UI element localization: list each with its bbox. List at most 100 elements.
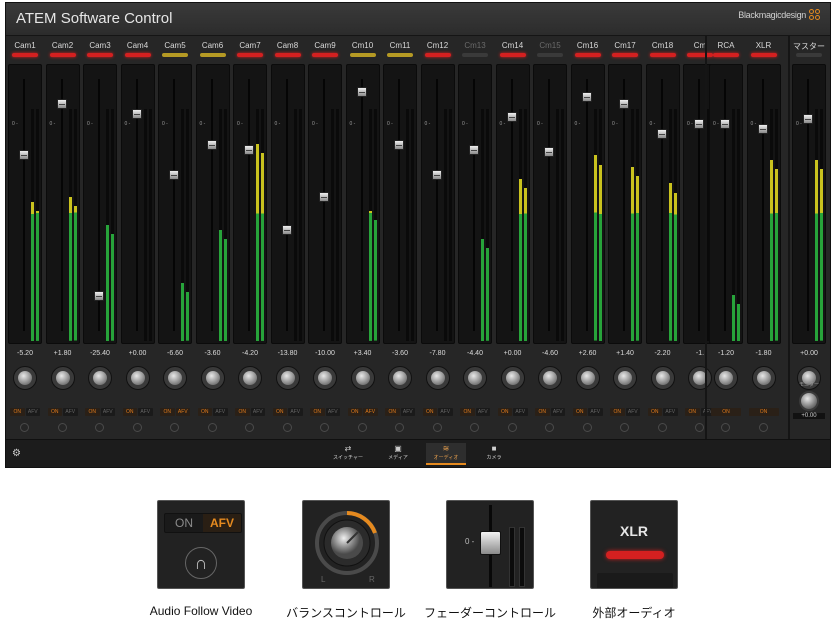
afv-button[interactable]: AFV bbox=[663, 408, 678, 416]
on-button-large[interactable]: ON bbox=[165, 514, 203, 532]
afv-button[interactable]: AFV bbox=[100, 408, 115, 416]
headphone-icon[interactable] bbox=[207, 423, 217, 432]
balance-knob[interactable] bbox=[714, 366, 738, 390]
balance-knob[interactable] bbox=[388, 366, 412, 390]
on-button[interactable]: ON bbox=[235, 408, 250, 416]
headphone-icon[interactable] bbox=[432, 423, 442, 432]
headphone-icon[interactable] bbox=[582, 423, 592, 432]
fader-handle[interactable] bbox=[356, 86, 367, 97]
afv-button[interactable]: AFV bbox=[25, 408, 40, 416]
on-button[interactable]: ON bbox=[10, 408, 25, 416]
afv-button[interactable]: AFV bbox=[588, 408, 603, 416]
fader-handle[interactable] bbox=[206, 139, 217, 150]
fader-handle[interactable] bbox=[694, 119, 704, 130]
fader-handle[interactable] bbox=[757, 124, 768, 135]
afv-button[interactable]: AFV bbox=[475, 408, 490, 416]
nav-tab-switcher[interactable]: ⇄ スイッチャー bbox=[328, 443, 368, 465]
headphone-icon[interactable] bbox=[395, 423, 404, 432]
nav-tab-audio[interactable]: ≋ オーディオ bbox=[426, 443, 466, 465]
headphone-icon[interactable] bbox=[545, 423, 554, 432]
nav-tab-media[interactable]: ▣ メディア bbox=[378, 443, 418, 465]
headphone-icon[interactable] bbox=[657, 423, 667, 432]
fader-handle[interactable] bbox=[469, 144, 479, 155]
on-button[interactable]: ON bbox=[310, 408, 325, 416]
on-button[interactable]: ON bbox=[711, 408, 741, 416]
headphone-icon[interactable]: ∩ bbox=[185, 547, 217, 579]
balance-knob[interactable] bbox=[275, 366, 300, 390]
afv-button[interactable]: AFV bbox=[213, 408, 228, 416]
on-button[interactable]: ON bbox=[535, 408, 550, 416]
on-button[interactable]: ON bbox=[685, 408, 700, 416]
balance-knob[interactable] bbox=[88, 366, 112, 390]
on-button[interactable]: ON bbox=[497, 408, 512, 416]
headphone-icon[interactable] bbox=[721, 423, 730, 432]
headphone-icon[interactable] bbox=[57, 423, 67, 432]
monitor-knob[interactable] bbox=[799, 391, 819, 411]
afv-button[interactable]: AFV bbox=[625, 408, 640, 416]
fader-handle[interactable] bbox=[319, 192, 329, 203]
afv-button[interactable]: AFV bbox=[175, 408, 190, 416]
fader-handle[interactable] bbox=[619, 99, 629, 110]
balance-knob[interactable] bbox=[200, 366, 225, 390]
balance-knob[interactable] bbox=[13, 366, 37, 390]
fader-handle[interactable] bbox=[544, 147, 554, 158]
headphone-icon[interactable] bbox=[170, 423, 179, 432]
headphone-icon[interactable] bbox=[132, 423, 142, 432]
headphone-icon[interactable] bbox=[20, 423, 29, 432]
fader-handle[interactable] bbox=[281, 225, 292, 236]
balance-knob[interactable] bbox=[650, 366, 675, 390]
on-button[interactable]: ON bbox=[85, 408, 100, 416]
fader-handle[interactable] bbox=[244, 144, 254, 155]
headphone-icon[interactable] bbox=[245, 423, 254, 432]
headphone-icon[interactable] bbox=[620, 423, 629, 432]
on-button[interactable]: ON bbox=[122, 408, 137, 416]
fader-handle[interactable] bbox=[131, 109, 142, 120]
balance-knob[interactable] bbox=[50, 366, 75, 390]
headphone-icon[interactable] bbox=[95, 423, 104, 432]
fader-handle[interactable] bbox=[803, 114, 813, 125]
afv-button[interactable]: AFV bbox=[288, 408, 303, 416]
headphone-icon[interactable] bbox=[758, 423, 768, 432]
on-button[interactable]: ON bbox=[460, 408, 475, 416]
afv-button[interactable]: AFV bbox=[513, 408, 528, 416]
afv-button[interactable]: AFV bbox=[363, 408, 378, 416]
balance-knob[interactable] bbox=[238, 366, 262, 390]
balance-knob[interactable] bbox=[125, 366, 150, 390]
headphone-icon[interactable] bbox=[695, 423, 704, 432]
afv-button[interactable]: AFV bbox=[325, 408, 340, 416]
on-button[interactable]: ON bbox=[197, 408, 212, 416]
fader-handle[interactable] bbox=[94, 290, 104, 301]
on-button[interactable]: ON bbox=[572, 408, 587, 416]
balance-knob[interactable] bbox=[500, 366, 525, 390]
balance-knob-large[interactable] bbox=[303, 501, 390, 589]
fader-handle-large[interactable] bbox=[480, 531, 501, 555]
on-button[interactable]: ON bbox=[47, 408, 62, 416]
on-button[interactable]: ON bbox=[748, 408, 779, 416]
afv-button[interactable]: AFV bbox=[550, 408, 565, 416]
afv-button[interactable]: AFV bbox=[400, 408, 415, 416]
fader-handle[interactable] bbox=[506, 111, 517, 122]
balance-knob[interactable] bbox=[751, 366, 776, 390]
fader-handle[interactable] bbox=[19, 149, 29, 160]
fader-handle[interactable] bbox=[56, 99, 67, 110]
fader-handle[interactable] bbox=[720, 119, 730, 130]
on-button[interactable]: ON bbox=[347, 408, 362, 416]
nav-tab-camera[interactable]: ■ カメラ bbox=[474, 443, 514, 465]
fader-handle[interactable] bbox=[656, 129, 667, 140]
on-button[interactable]: ON bbox=[647, 408, 662, 416]
gear-icon[interactable]: ⚙ bbox=[12, 448, 21, 459]
on-button[interactable]: ON bbox=[422, 408, 437, 416]
headphone-icon[interactable] bbox=[320, 423, 329, 432]
afv-button[interactable]: AFV bbox=[63, 408, 78, 416]
afv-button-large[interactable]: AFV bbox=[203, 514, 241, 532]
headphone-icon[interactable] bbox=[282, 423, 292, 432]
balance-knob[interactable] bbox=[538, 366, 562, 390]
on-button[interactable]: ON bbox=[385, 408, 400, 416]
fader-handle[interactable] bbox=[394, 139, 404, 150]
fader-handle[interactable] bbox=[431, 169, 442, 180]
balance-knob[interactable] bbox=[425, 366, 450, 390]
afv-button[interactable]: AFV bbox=[250, 408, 265, 416]
balance-knob[interactable] bbox=[163, 366, 187, 390]
balance-knob[interactable] bbox=[613, 366, 637, 390]
headphone-icon[interactable] bbox=[507, 423, 517, 432]
